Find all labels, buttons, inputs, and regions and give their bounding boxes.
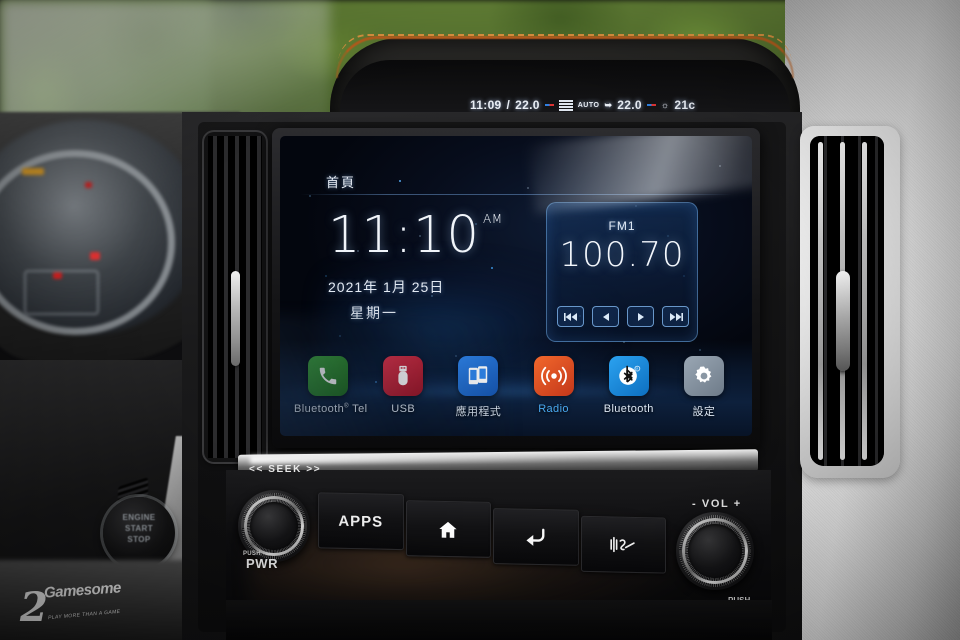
watermark-tagline: PLAY MORE THAN A GAME [47, 608, 121, 622]
head-unit-screen[interactable]: 首頁 11:10 AM 2021年 1月 25日 星期一 FM1 100.70 [280, 136, 752, 436]
rewind-icon [602, 312, 609, 321]
outside-temp: 21c [674, 98, 696, 112]
gear-icon [683, 356, 724, 396]
temp-gradient-bar-left [544, 104, 554, 106]
skip-forward-icon [669, 312, 683, 321]
engine-start-stop-label: ENGINE START STOP [122, 513, 156, 544]
app-label: Radio [538, 403, 569, 415]
auto-label: AUTO [577, 101, 600, 109]
phone-icon [308, 356, 348, 396]
title-divider [300, 194, 732, 195]
seek-down-button[interactable] [592, 306, 619, 327]
clock-time: 11:10 AM [328, 206, 503, 265]
app-bluetooth[interactable]: R Bluetooth [595, 356, 663, 415]
clock-weekday: 星期一 [350, 305, 398, 321]
outside-temp-icon: ☼ [660, 100, 670, 110]
passenger-temp: 22.0 [617, 98, 642, 112]
page-title: 首頁 [326, 175, 357, 190]
power-label: PWR [246, 556, 279, 571]
temp-gradient-bar-right [646, 104, 656, 106]
left-air-vent[interactable] [204, 132, 266, 462]
driver-temp: 22.0 [515, 98, 540, 112]
console-lower [226, 600, 772, 640]
app-settings[interactable]: 設定 [670, 356, 738, 419]
clock-ampm: AM [482, 212, 503, 226]
app-usb[interactable]: USB [369, 356, 437, 415]
radio-band-label: FM1 [608, 219, 636, 233]
apps-phone-icon [458, 356, 499, 396]
cluster-slash: / [506, 98, 511, 112]
car-interior-photo: 11:09 / 22.0 AUTO ➥ 22.0 ☼ 21c ENGINE ST… [0, 0, 960, 640]
app-bluetooth-tel[interactable]: Bluetooth® Tel [294, 356, 368, 415]
voice-command-icon [610, 536, 635, 553]
clock-date: 2021年 1月 25日 [328, 279, 445, 295]
app-label: 應用程式 [455, 406, 502, 418]
app-label: Bluetooth [603, 403, 654, 415]
app-list: Bluetooth® Tel USB 應用程式 Radio R Bluetoot… [294, 356, 738, 419]
watermark-name: Gamesome [43, 579, 122, 602]
cluster-time: 11:09 [470, 98, 502, 112]
app-label: Bluetooth® Tel [294, 403, 368, 415]
radio-widget[interactable]: FM1 100.70 [546, 202, 698, 342]
back-button[interactable] [493, 508, 579, 566]
back-arrow-icon [526, 528, 545, 546]
fan-speed-icon [558, 99, 573, 111]
warning-light-amber [22, 168, 44, 175]
bluetooth-icon: R [608, 356, 649, 396]
home-icon [439, 521, 457, 538]
left-vent-adjuster[interactable] [231, 270, 240, 366]
airflow-icon: ➥ [604, 99, 613, 110]
watermark-logo: 2 Gamesome PLAY MORE THAN A GAME [14, 578, 126, 631]
knob-face [250, 502, 298, 550]
app-applications[interactable]: 應用程式 [444, 356, 512, 419]
play-icon [637, 312, 644, 321]
app-label: 設定 [692, 406, 716, 418]
next-track-button[interactable] [662, 306, 689, 327]
radio-transport-controls [557, 306, 689, 327]
home-button[interactable] [405, 500, 491, 558]
skip-back-icon [563, 312, 577, 321]
app-radio[interactable]: Radio [520, 356, 588, 415]
usb-drive-icon [383, 356, 424, 396]
knob-face [688, 524, 742, 578]
right-air-vent[interactable] [810, 136, 884, 466]
voice-command-button[interactable] [580, 515, 666, 574]
radio-frequency: 100.70 [559, 235, 685, 275]
warning-light-red-3 [85, 182, 92, 188]
prev-track-button[interactable] [557, 306, 584, 327]
seek-up-button[interactable] [627, 306, 654, 327]
hard-key-row: APPS [318, 492, 668, 574]
gauge-sub-display [24, 270, 99, 315]
right-vent-chrome-1 [818, 142, 823, 460]
radio-waves-icon [533, 356, 574, 396]
app-label: USB [391, 403, 416, 415]
right-vent-adjuster[interactable] [836, 271, 850, 371]
warning-light-red-1 [90, 252, 100, 260]
apps-button-label: APPS [338, 512, 384, 531]
volume-label: - VOL + [692, 498, 742, 510]
volume-mute-knob[interactable] [676, 512, 754, 590]
clock-widget[interactable]: 11:10 AM 2021年 1月 25日 星期一 [328, 210, 528, 323]
seek-label: << SEEK >> [249, 464, 322, 475]
app-dock: Bluetooth® Tel USB 應用程式 Radio R Bluetoot… [280, 340, 752, 436]
right-vent-chrome-3 [862, 142, 867, 460]
apps-button[interactable]: APPS [318, 492, 404, 551]
